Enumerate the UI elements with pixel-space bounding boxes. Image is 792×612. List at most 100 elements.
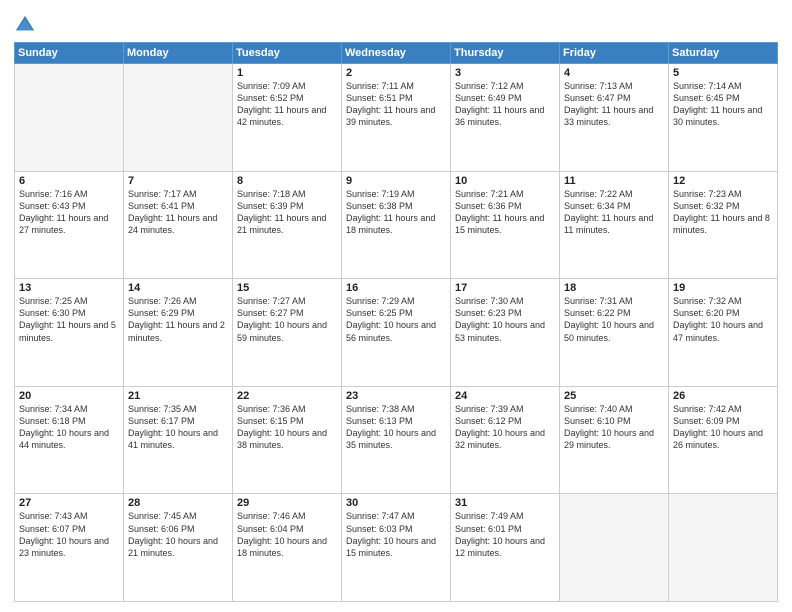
day-info: Sunrise: 7:29 AMSunset: 6:25 PMDaylight:… [346, 295, 446, 344]
calendar-cell: 19Sunrise: 7:32 AMSunset: 6:20 PMDayligh… [669, 279, 778, 387]
calendar-cell: 26Sunrise: 7:42 AMSunset: 6:09 PMDayligh… [669, 386, 778, 494]
calendar-cell: 22Sunrise: 7:36 AMSunset: 6:15 PMDayligh… [233, 386, 342, 494]
calendar-header-saturday: Saturday [669, 43, 778, 64]
day-info: Sunrise: 7:35 AMSunset: 6:17 PMDaylight:… [128, 403, 228, 452]
calendar-cell: 2Sunrise: 7:11 AMSunset: 6:51 PMDaylight… [342, 64, 451, 172]
day-number: 12 [673, 175, 773, 187]
day-number: 23 [346, 390, 446, 402]
day-info: Sunrise: 7:09 AMSunset: 6:52 PMDaylight:… [237, 80, 337, 129]
day-info: Sunrise: 7:12 AMSunset: 6:49 PMDaylight:… [455, 80, 555, 129]
day-info: Sunrise: 7:38 AMSunset: 6:13 PMDaylight:… [346, 403, 446, 452]
header [14, 10, 778, 36]
day-info: Sunrise: 7:36 AMSunset: 6:15 PMDaylight:… [237, 403, 337, 452]
calendar-header-thursday: Thursday [451, 43, 560, 64]
day-number: 22 [237, 390, 337, 402]
day-info: Sunrise: 7:14 AMSunset: 6:45 PMDaylight:… [673, 80, 773, 129]
calendar-cell: 16Sunrise: 7:29 AMSunset: 6:25 PMDayligh… [342, 279, 451, 387]
calendar-header-row: SundayMondayTuesdayWednesdayThursdayFrid… [15, 43, 778, 64]
calendar-cell [560, 494, 669, 602]
logo-icon [14, 14, 36, 36]
calendar-cell: 9Sunrise: 7:19 AMSunset: 6:38 PMDaylight… [342, 171, 451, 279]
day-info: Sunrise: 7:17 AMSunset: 6:41 PMDaylight:… [128, 188, 228, 237]
calendar-header-wednesday: Wednesday [342, 43, 451, 64]
calendar-cell: 10Sunrise: 7:21 AMSunset: 6:36 PMDayligh… [451, 171, 560, 279]
calendar-cell: 20Sunrise: 7:34 AMSunset: 6:18 PMDayligh… [15, 386, 124, 494]
day-info: Sunrise: 7:19 AMSunset: 6:38 PMDaylight:… [346, 188, 446, 237]
day-number: 3 [455, 67, 555, 79]
calendar-header-monday: Monday [124, 43, 233, 64]
day-info: Sunrise: 7:27 AMSunset: 6:27 PMDaylight:… [237, 295, 337, 344]
day-info: Sunrise: 7:23 AMSunset: 6:32 PMDaylight:… [673, 188, 773, 237]
calendar-cell: 17Sunrise: 7:30 AMSunset: 6:23 PMDayligh… [451, 279, 560, 387]
day-number: 24 [455, 390, 555, 402]
calendar-cell: 8Sunrise: 7:18 AMSunset: 6:39 PMDaylight… [233, 171, 342, 279]
day-number: 21 [128, 390, 228, 402]
day-number: 18 [564, 282, 664, 294]
calendar-cell: 28Sunrise: 7:45 AMSunset: 6:06 PMDayligh… [124, 494, 233, 602]
calendar-cell: 31Sunrise: 7:49 AMSunset: 6:01 PMDayligh… [451, 494, 560, 602]
calendar-cell: 18Sunrise: 7:31 AMSunset: 6:22 PMDayligh… [560, 279, 669, 387]
calendar-cell: 30Sunrise: 7:47 AMSunset: 6:03 PMDayligh… [342, 494, 451, 602]
page: SundayMondayTuesdayWednesdayThursdayFrid… [0, 0, 792, 612]
calendar-week-row: 13Sunrise: 7:25 AMSunset: 6:30 PMDayligh… [15, 279, 778, 387]
calendar-header-friday: Friday [560, 43, 669, 64]
day-info: Sunrise: 7:25 AMSunset: 6:30 PMDaylight:… [19, 295, 119, 344]
calendar-week-row: 6Sunrise: 7:16 AMSunset: 6:43 PMDaylight… [15, 171, 778, 279]
day-number: 26 [673, 390, 773, 402]
calendar-cell: 11Sunrise: 7:22 AMSunset: 6:34 PMDayligh… [560, 171, 669, 279]
calendar-week-row: 20Sunrise: 7:34 AMSunset: 6:18 PMDayligh… [15, 386, 778, 494]
day-info: Sunrise: 7:42 AMSunset: 6:09 PMDaylight:… [673, 403, 773, 452]
calendar-header-tuesday: Tuesday [233, 43, 342, 64]
day-number: 11 [564, 175, 664, 187]
calendar-week-row: 27Sunrise: 7:43 AMSunset: 6:07 PMDayligh… [15, 494, 778, 602]
calendar-cell: 5Sunrise: 7:14 AMSunset: 6:45 PMDaylight… [669, 64, 778, 172]
day-info: Sunrise: 7:43 AMSunset: 6:07 PMDaylight:… [19, 510, 119, 559]
day-info: Sunrise: 7:31 AMSunset: 6:22 PMDaylight:… [564, 295, 664, 344]
day-info: Sunrise: 7:21 AMSunset: 6:36 PMDaylight:… [455, 188, 555, 237]
day-info: Sunrise: 7:39 AMSunset: 6:12 PMDaylight:… [455, 403, 555, 452]
day-info: Sunrise: 7:26 AMSunset: 6:29 PMDaylight:… [128, 295, 228, 344]
day-info: Sunrise: 7:16 AMSunset: 6:43 PMDaylight:… [19, 188, 119, 237]
day-number: 7 [128, 175, 228, 187]
calendar-header-sunday: Sunday [15, 43, 124, 64]
calendar-cell: 4Sunrise: 7:13 AMSunset: 6:47 PMDaylight… [560, 64, 669, 172]
day-number: 14 [128, 282, 228, 294]
calendar-cell: 24Sunrise: 7:39 AMSunset: 6:12 PMDayligh… [451, 386, 560, 494]
calendar-cell [669, 494, 778, 602]
calendar-table: SundayMondayTuesdayWednesdayThursdayFrid… [14, 42, 778, 602]
calendar-cell: 3Sunrise: 7:12 AMSunset: 6:49 PMDaylight… [451, 64, 560, 172]
day-number: 28 [128, 497, 228, 509]
day-number: 13 [19, 282, 119, 294]
day-number: 4 [564, 67, 664, 79]
calendar-cell [124, 64, 233, 172]
calendar-cell: 14Sunrise: 7:26 AMSunset: 6:29 PMDayligh… [124, 279, 233, 387]
day-info: Sunrise: 7:34 AMSunset: 6:18 PMDaylight:… [19, 403, 119, 452]
calendar-cell: 15Sunrise: 7:27 AMSunset: 6:27 PMDayligh… [233, 279, 342, 387]
calendar-week-row: 1Sunrise: 7:09 AMSunset: 6:52 PMDaylight… [15, 64, 778, 172]
day-info: Sunrise: 7:45 AMSunset: 6:06 PMDaylight:… [128, 510, 228, 559]
day-info: Sunrise: 7:40 AMSunset: 6:10 PMDaylight:… [564, 403, 664, 452]
day-info: Sunrise: 7:11 AMSunset: 6:51 PMDaylight:… [346, 80, 446, 129]
calendar-cell: 13Sunrise: 7:25 AMSunset: 6:30 PMDayligh… [15, 279, 124, 387]
calendar-cell: 23Sunrise: 7:38 AMSunset: 6:13 PMDayligh… [342, 386, 451, 494]
calendar-cell: 6Sunrise: 7:16 AMSunset: 6:43 PMDaylight… [15, 171, 124, 279]
calendar-cell [15, 64, 124, 172]
day-number: 25 [564, 390, 664, 402]
day-number: 5 [673, 67, 773, 79]
day-info: Sunrise: 7:49 AMSunset: 6:01 PMDaylight:… [455, 510, 555, 559]
day-number: 8 [237, 175, 337, 187]
day-number: 31 [455, 497, 555, 509]
day-info: Sunrise: 7:22 AMSunset: 6:34 PMDaylight:… [564, 188, 664, 237]
calendar-cell: 7Sunrise: 7:17 AMSunset: 6:41 PMDaylight… [124, 171, 233, 279]
day-number: 16 [346, 282, 446, 294]
day-number: 9 [346, 175, 446, 187]
day-number: 27 [19, 497, 119, 509]
day-number: 6 [19, 175, 119, 187]
day-number: 10 [455, 175, 555, 187]
day-number: 2 [346, 67, 446, 79]
calendar-cell: 27Sunrise: 7:43 AMSunset: 6:07 PMDayligh… [15, 494, 124, 602]
day-info: Sunrise: 7:32 AMSunset: 6:20 PMDaylight:… [673, 295, 773, 344]
day-info: Sunrise: 7:47 AMSunset: 6:03 PMDaylight:… [346, 510, 446, 559]
calendar-cell: 21Sunrise: 7:35 AMSunset: 6:17 PMDayligh… [124, 386, 233, 494]
day-info: Sunrise: 7:30 AMSunset: 6:23 PMDaylight:… [455, 295, 555, 344]
